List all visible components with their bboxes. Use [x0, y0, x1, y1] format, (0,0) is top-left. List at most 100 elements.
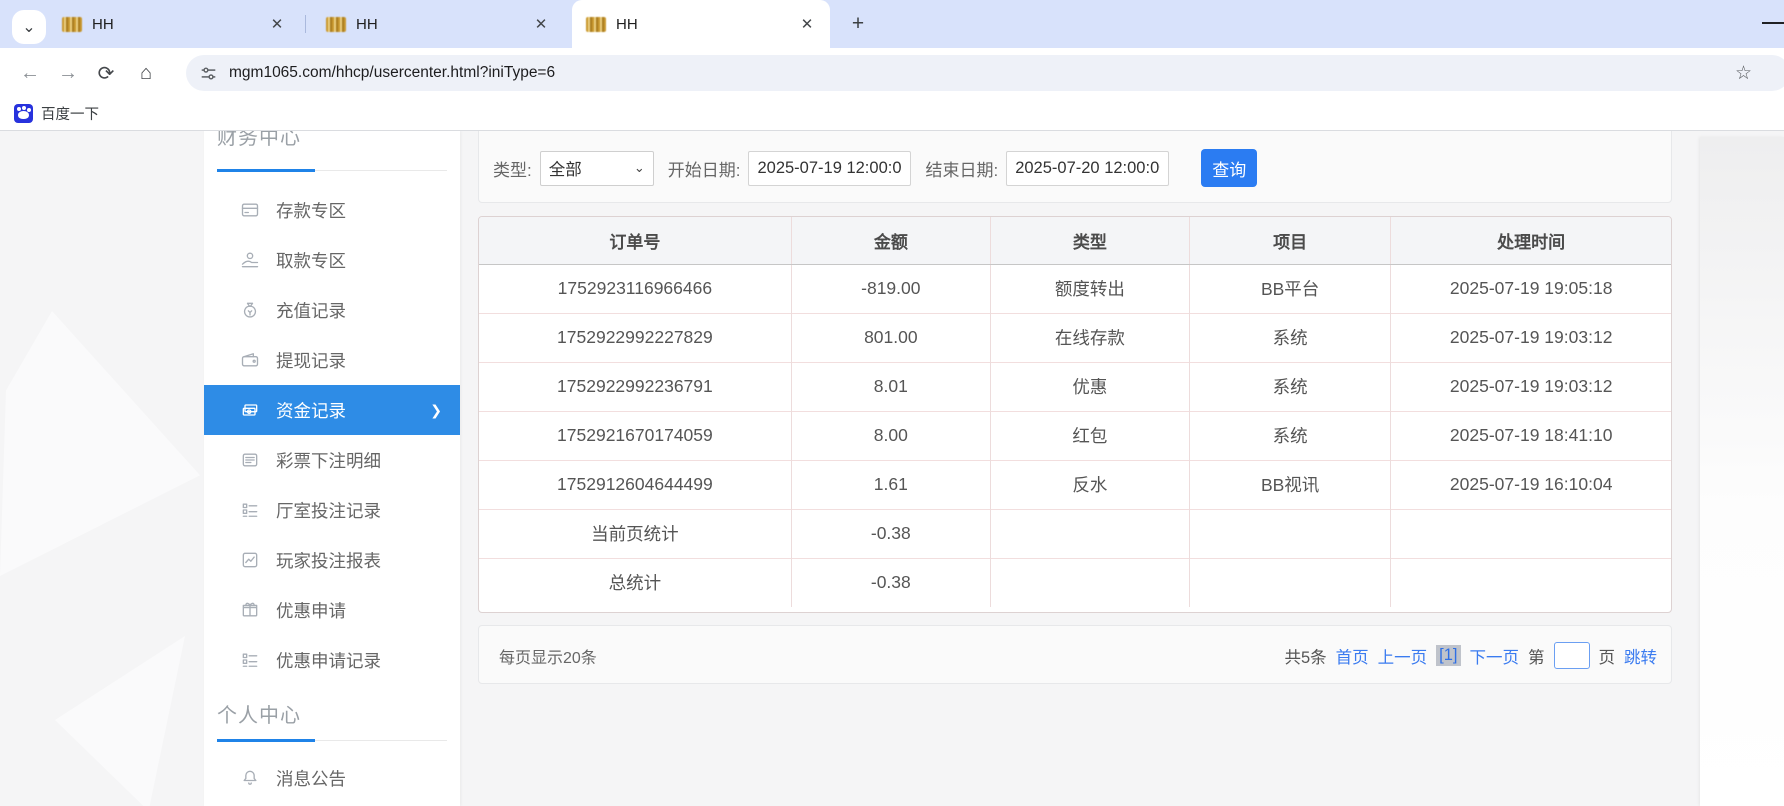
sidebar-item-label: 资金记录	[276, 398, 346, 423]
site-favicon-icon	[62, 17, 82, 32]
minimize-button[interactable]	[1762, 22, 1784, 24]
bookmark-baidu[interactable]: 百度一下	[14, 103, 99, 124]
sidebar-item-label: 取款专区	[276, 248, 346, 273]
cell-order-no: 当前页统计	[479, 509, 791, 558]
sidebar: 财务中心 存款专区取款专区充值记录提现记录资金记录❯彩票下注明细厅室投注记录玩家…	[204, 131, 460, 806]
deposit-card-icon	[240, 200, 260, 220]
wallet-icon	[240, 350, 260, 370]
baidu-icon	[14, 104, 33, 123]
reload-button[interactable]: ⟳	[92, 59, 120, 87]
home-button[interactable]: ⌂	[132, 59, 160, 87]
sidebar-item-withdraw-hand[interactable]: 取款专区	[204, 235, 460, 285]
sidebar-item-banknotes[interactable]: 资金记录❯	[204, 385, 460, 435]
type-select[interactable]: 全部 ⌄	[540, 151, 654, 186]
cell-time: 2025-07-19 19:05:18	[1391, 264, 1671, 313]
chevron-down-icon: ⌄	[634, 160, 645, 176]
sidebar-item-label: 充值记录	[276, 298, 346, 323]
tab-close-icon[interactable]: ✕	[268, 15, 286, 33]
sidebar-item-block-list[interactable]: 优惠申请记录	[204, 635, 460, 685]
cell-type: 在线存款	[990, 313, 1189, 362]
tab-title: HH	[616, 16, 786, 33]
col-header-order-no: 订单号	[479, 217, 791, 264]
section-divider	[217, 170, 447, 171]
current-page-indicator: [1]	[1436, 645, 1460, 666]
cell-project: BB视讯	[1189, 460, 1390, 509]
browser-tab[interactable]: HH ✕	[312, 0, 564, 48]
cell-amount: -819.00	[791, 264, 990, 313]
summary-row: 当前页统计-0.38	[479, 509, 1671, 558]
cell-order-no: 总统计	[479, 558, 791, 607]
cell-time: 2025-07-19 19:03:12	[1391, 313, 1671, 362]
new-tab-button[interactable]: +	[845, 11, 871, 37]
first-page-link[interactable]: 首页	[1336, 644, 1369, 668]
sidebar-item-deposit-card[interactable]: 存款专区	[204, 185, 460, 235]
sidebar-item-block-list[interactable]: 厅室投注记录	[204, 485, 460, 535]
browser-toolbar: ← → ⟳ ⌂ mgm1065.com/hhcp/usercenter.html…	[0, 48, 1784, 97]
cell-order-no: 1752923116966466	[479, 264, 791, 313]
table-row: 17529126046444991.61反水BB视讯2025-07-19 16:…	[479, 460, 1671, 509]
cell-amount: 8.00	[791, 411, 990, 460]
cell-time	[1391, 509, 1671, 558]
start-date-input[interactable]	[748, 151, 911, 186]
table-row: 1752923116966466-819.00额度转出BB平台2025-07-1…	[479, 264, 1671, 313]
col-header-amount: 金额	[791, 217, 990, 264]
bookmark-label: 百度一下	[41, 103, 99, 124]
cell-project: 系统	[1189, 362, 1390, 411]
background-right-band	[1700, 137, 1784, 806]
bookmark-star-icon[interactable]: ☆	[1735, 62, 1752, 85]
site-settings-icon[interactable]	[200, 65, 217, 82]
tab-title: HH	[92, 16, 256, 33]
next-page-link[interactable]: 下一页	[1470, 644, 1520, 668]
cell-project	[1189, 509, 1390, 558]
browser-tab[interactable]: HH ✕	[572, 0, 830, 48]
note-list-icon	[240, 450, 260, 470]
tab-search-button[interactable]: ⌄	[12, 10, 46, 44]
chevron-down-icon: ⌄	[22, 17, 35, 37]
sidebar-item-wallet[interactable]: 提现记录	[204, 335, 460, 385]
tab-close-icon[interactable]: ✕	[532, 15, 550, 33]
cell-project: 系统	[1189, 313, 1390, 362]
jump-page-input[interactable]	[1554, 642, 1590, 669]
sidebar-item-gift[interactable]: 优惠申请	[204, 585, 460, 635]
cell-type: 反水	[990, 460, 1189, 509]
sidebar-item-chart[interactable]: 玩家投注报表	[204, 535, 460, 585]
table-row: 1752922992227829801.00在线存款系统2025-07-19 1…	[479, 313, 1671, 362]
browser-tab[interactable]: HH ✕	[48, 0, 300, 48]
cell-time: 2025-07-19 19:03:12	[1391, 362, 1671, 411]
col-header-project: 项目	[1189, 217, 1390, 264]
cell-type	[990, 509, 1189, 558]
sidebar-item-label: 消息公告	[276, 766, 346, 791]
tab-title: HH	[356, 16, 520, 33]
background-triangle-decoration	[0, 311, 200, 576]
total-count-text: 共5条	[1284, 644, 1326, 668]
address-bar[interactable]: mgm1065.com/hhcp/usercenter.html?iniType…	[186, 55, 1784, 91]
type-filter-label: 类型:	[493, 156, 532, 181]
sidebar-item-money-bag[interactable]: 充值记录	[204, 285, 460, 335]
records-table: 订单号金额类型项目处理时间 1752923116966466-819.00额度转…	[479, 217, 1671, 607]
cell-type: 优惠	[990, 362, 1189, 411]
query-button[interactable]: 查询	[1201, 149, 1257, 187]
end-date-input[interactable]	[1006, 151, 1169, 186]
pagination-panel: 每页显示20条 共5条 首页 上一页 [1] 下一页 第 页 跳转	[478, 625, 1672, 684]
cell-type: 额度转出	[990, 264, 1189, 313]
prev-page-link[interactable]: 上一页	[1378, 644, 1428, 668]
cell-project	[1189, 558, 1390, 607]
chart-icon	[240, 550, 260, 570]
sidebar-item-bell[interactable]: 消息公告	[204, 753, 460, 803]
jump-button[interactable]: 跳转	[1624, 644, 1657, 668]
sidebar-item-label: 提现记录	[276, 348, 346, 373]
page-size-text: 每页显示20条	[499, 626, 597, 685]
cell-project: BB平台	[1189, 264, 1390, 313]
back-button[interactable]: ←	[16, 59, 44, 87]
gift-icon	[240, 600, 260, 620]
forward-button[interactable]: →	[54, 59, 82, 87]
tab-separator	[305, 15, 306, 33]
sidebar-section-personal-title: 个人中心	[217, 699, 301, 728]
bell-icon	[240, 768, 260, 788]
block-list-icon	[240, 650, 260, 670]
filter-panel: 类型: 全部 ⌄ 开始日期: 结束日期: 查询	[478, 131, 1672, 203]
tab-close-icon[interactable]: ✕	[798, 15, 816, 33]
sidebar-item-note-list[interactable]: 彩票下注明细	[204, 435, 460, 485]
col-header-time: 处理时间	[1391, 217, 1671, 264]
sidebar-item-label: 彩票下注明细	[276, 448, 381, 473]
